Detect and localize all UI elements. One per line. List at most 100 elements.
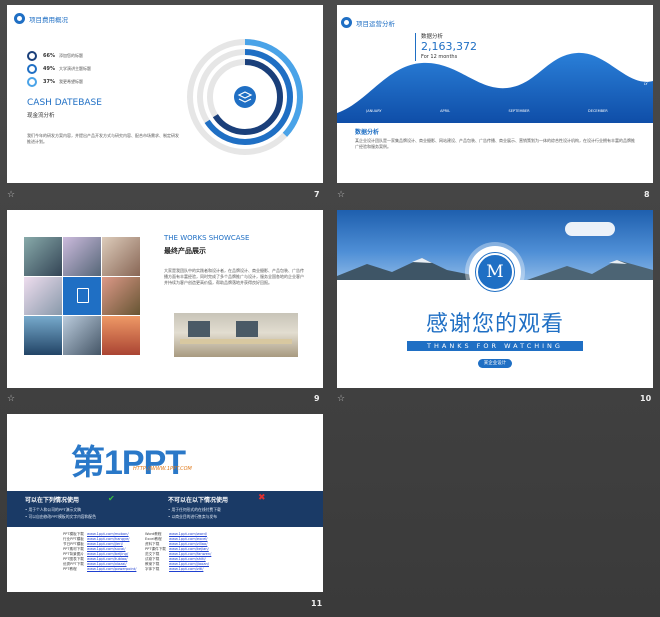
link-url[interactable]: www.1ppt.com/beijing/: [87, 552, 128, 556]
showcase-body: 大家是我团队中的实践者和设计者，在品牌设计、商业摄影、产品包装、广告传播方面有丰…: [164, 268, 304, 285]
slide-title: 项目费用概况: [29, 16, 68, 24]
photo-tile: [102, 276, 140, 316]
cannot-item: • 以商业目的进行售卖与发布: [168, 514, 218, 519]
legend-text: 我更希望标题: [58, 78, 83, 84]
slide-10-thumbnail[interactable]: M 感谢您的观看 THANKS FOR WATCHING 某企业设计: [337, 210, 653, 388]
slide-11-thumbnail[interactable]: 第1PPT HTTP://WWW.1PPT.COM 可以在下列情况使用 ✔ • …: [7, 414, 323, 592]
photo-tile: [102, 316, 140, 355]
link-row: PPT教程 www.1ppt.com/powerpoint/: [63, 567, 136, 572]
can-list: • 用于个人和公司的PPT演示文稿 • 可以自由修改PPT模板的文字内容和配色: [25, 506, 96, 520]
brand-logo-text: 第1PPT: [71, 444, 186, 482]
cross-icon: ✖: [258, 493, 266, 503]
photo-tile: [63, 237, 101, 276]
cloud: [565, 222, 615, 236]
logo-m-icon: M: [475, 252, 515, 292]
link-url[interactable]: www.1ppt.com/jiaoan/: [169, 562, 209, 566]
section-body: 某企业设计团队是一家集品牌设计、商业摄影、网站建设、产品包装、广告传播、商业展示…: [355, 138, 635, 149]
header-circle-icon: [341, 17, 352, 28]
logo-circle: M: [469, 246, 521, 298]
office-divider: [236, 321, 258, 337]
slide-title: 项目运营分析: [356, 20, 395, 28]
legend-pct: 49%: [43, 65, 55, 72]
brand-button[interactable]: 某企业设计: [478, 359, 512, 368]
header-circle-icon: [14, 13, 25, 24]
link-url[interactable]: www.1ppt.com/shiti/: [169, 557, 206, 561]
link-label: 字体下载: [145, 567, 160, 571]
month-label: SEPTEMBER: [508, 109, 530, 113]
star-icon[interactable]: ☆: [7, 394, 15, 404]
thanks-subtitle: THANKS FOR WATCHING: [407, 341, 583, 351]
link-url[interactable]: www.1ppt.com/sucai/: [87, 547, 125, 551]
slide-9-thumbnail[interactable]: THE WORKS SHOWCASE 最终产品展示 大家是我团队中的实践者和设计…: [7, 210, 323, 388]
slide-number: 9: [314, 394, 320, 403]
link-label: PPT教程: [63, 567, 77, 571]
usage-banner: 可以在下列情况使用 ✔ • 用于个人和公司的PPT演示文稿 • 可以自由修改PP…: [7, 491, 323, 527]
brand-url: HTTP://WWW.1PPT.COM: [133, 466, 192, 472]
slide-number: 11: [311, 599, 323, 608]
ring-bullet-icon: [27, 50, 37, 61]
photo-tile: [24, 316, 62, 355]
link-url[interactable]: www.1ppt.com/tubiao/: [87, 557, 128, 561]
link-url[interactable]: www.1ppt.com/hangye/: [87, 537, 130, 541]
link-list-right: Word教程 www.1ppt.com/word/Excel教程 www.1ppt.…: [145, 532, 211, 572]
photo-tile: [63, 316, 101, 355]
link-url[interactable]: www.1ppt.com/jieri/: [87, 542, 123, 546]
photo-grid: [24, 237, 140, 355]
legend-pct: 66%: [43, 52, 55, 59]
link-url[interactable]: www.1ppt.com/kejian/: [169, 547, 209, 551]
cash-heading: CASH DATEBASE: [27, 98, 102, 108]
can-item: • 用于个人和公司的PPT演示文稿: [25, 507, 81, 512]
star-icon[interactable]: ☆: [7, 190, 15, 200]
link-url[interactable]: www.1ppt.com/ziliao/: [169, 542, 207, 546]
thanks-title: 感谢您的观看: [425, 312, 564, 337]
cash-body: 我们今年的研发方案内容，并提出产品开发方式与研究内容、配合市场需求、制定研发推进…: [27, 133, 179, 144]
month-axis: JANUARY APRIL SEPTEMBER DECEMBER: [337, 109, 637, 113]
slide-8-thumbnail[interactable]: 项目运营分析 数据分析 2,163,372 For 12 months JANU…: [337, 5, 653, 183]
legend-pct: 37%: [43, 78, 55, 85]
section-heading: 数据分析: [355, 129, 380, 136]
link-url[interactable]: www.1ppt.com/excel/: [169, 537, 208, 541]
donut-chart: [187, 39, 303, 155]
photo-tile: [102, 237, 140, 276]
legend: 66% 添加您的标题 49% 大学演讲主题标题 37% 我更希望标题: [27, 49, 91, 88]
month-label: JANUARY: [366, 109, 382, 113]
can-title: 可以在下列情况使用: [25, 497, 80, 504]
document-icon-tile: [63, 276, 101, 316]
link-url[interactable]: www.1ppt.com/word/: [169, 532, 207, 536]
office-divider: [188, 321, 210, 337]
layers-icon: [234, 86, 256, 108]
stat-label: 数据分析: [421, 34, 444, 40]
cannot-item: • 用于任何形式的在线付费下载: [168, 507, 221, 512]
link-url[interactable]: www.1ppt.com/moban/: [87, 532, 129, 536]
ring-bullet-icon: [27, 63, 37, 74]
star-icon[interactable]: ☆: [337, 394, 345, 404]
star-icon[interactable]: ☆: [337, 190, 345, 200]
check-icon: ✔: [108, 494, 115, 503]
side-label: MONTHLY: [644, 52, 648, 86]
slide-number: 10: [640, 394, 652, 403]
link-url[interactable]: www.1ppt.com/xiazai/: [87, 562, 127, 566]
legend-item: 49% 大学演讲主题标题: [27, 62, 91, 75]
showcase-subheading: 最终产品展示: [164, 247, 206, 255]
link-list-left: PPT模板下载 www.1ppt.com/moban/行业PPT模板 www.1pp…: [63, 532, 136, 572]
month-label: DECEMBER: [588, 109, 608, 113]
office-desk: [180, 339, 292, 344]
legend-text: 大学演讲主题标题: [58, 65, 91, 71]
photo-tile: [24, 276, 62, 316]
ring-bullet-icon: [27, 76, 37, 87]
cannot-list: • 用于任何形式的在线付费下载 • 以商业目的进行售卖与发布: [168, 506, 221, 520]
slide-7-thumbnail[interactable]: 项目费用概况 66% 添加您的标题 49% 大学演讲主题标题 37% 我更希望标…: [7, 5, 323, 183]
brand-logo: 第1PPT: [71, 435, 186, 484]
month-label: APRIL: [440, 109, 451, 113]
link-url[interactable]: www.1ppt.com/powerpoint/: [87, 567, 136, 571]
document-icon: [77, 287, 89, 303]
slide-number: 8: [644, 190, 650, 199]
legend-text: 添加您的标题: [58, 52, 83, 58]
legend-item: 37% 我更希望标题: [27, 75, 91, 88]
showcase-heading: THE WORKS SHOWCASE: [164, 234, 250, 242]
can-item: • 可以自由修改PPT模板的文字内容和配色: [25, 514, 97, 519]
link-url[interactable]: www.1ppt.com/ziti/: [169, 567, 203, 571]
cash-subheading: 现金流分析: [27, 113, 55, 119]
office-photo: [174, 313, 298, 357]
link-url[interactable]: www.1ppt.com/fanwen/: [169, 552, 211, 556]
